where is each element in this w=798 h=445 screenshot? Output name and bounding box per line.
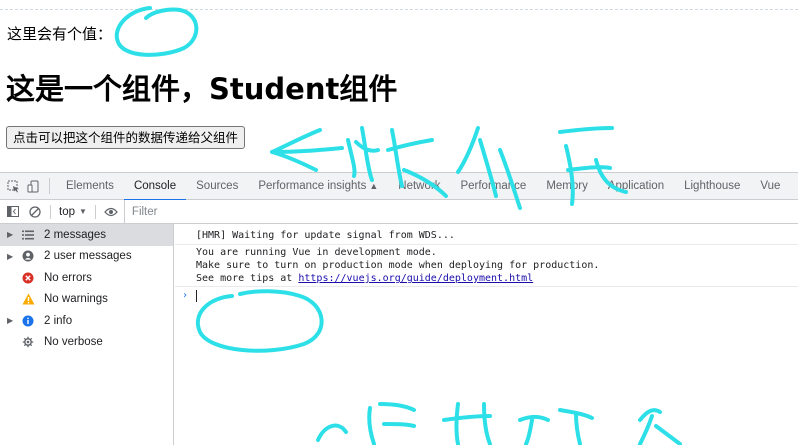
tab-performance-insights[interactable]: Performance insights ▲ (248, 173, 388, 200)
experimental-triangle-icon: ▲ (369, 180, 379, 191)
vue-more-tips-line: See more tips at https://vuejs.org/guide… (196, 272, 533, 285)
filter-input[interactable]: Filter (123, 199, 774, 224)
warning-icon (21, 292, 35, 306)
inspect-element-icon[interactable] (3, 173, 23, 200)
tab-sources[interactable]: Sources (186, 173, 248, 200)
sidebar-item-errors[interactable]: No errors (0, 267, 173, 289)
component-title: 这是一个组件，Student组件 (6, 72, 398, 106)
tab-performance[interactable]: Performance (450, 173, 536, 200)
context-label: top (59, 205, 75, 218)
app-page: 这里会有个值： 这是一个组件，Student组件 点击可以把这个组件的数据传递给… (0, 0, 798, 172)
devtools-tabbar: Elements Console Sources Performance ins… (0, 173, 798, 201)
tab-elements[interactable]: Elements (56, 173, 124, 200)
tab-memory[interactable]: Memory (536, 173, 598, 200)
console-sidebar: ▶ 2 messages ▶ 2 user messages No errors… (0, 224, 174, 445)
expand-arrow-icon: ▶ (7, 251, 14, 261)
page-top-divider (0, 9, 798, 10)
sidebar-item-user-messages[interactable]: ▶ 2 user messages (0, 246, 173, 268)
caret-down-icon: ▼ (79, 207, 87, 216)
expand-arrow-icon: ▶ (7, 230, 14, 240)
sidebar-item-verbose[interactable]: No verbose (0, 332, 173, 354)
console-input-cursor[interactable] (196, 290, 197, 302)
context-selector[interactable]: top ▼ (55, 206, 91, 218)
hmr-log-message: [HMR] Waiting for update signal from WDS… (196, 230, 455, 241)
tab-lighthouse[interactable]: Lighthouse (674, 173, 750, 200)
vue-production-tip-line: Make sure to turn on production mode whe… (196, 260, 600, 271)
toolbar-divider (94, 204, 96, 219)
sidebar-item-label: 2 user messages (44, 250, 132, 263)
console-toolbar: top ▼ Filter (0, 199, 798, 224)
error-icon (21, 271, 35, 285)
sidebar-item-label: No verbose (44, 336, 103, 349)
tabbar-divider (49, 178, 50, 194)
device-toolbar-icon[interactable] (23, 173, 43, 200)
devtools-panel: Elements Console Sources Performance ins… (0, 172, 798, 445)
tab-network[interactable]: Network (388, 173, 450, 200)
vue-deployment-link[interactable]: https://vuejs.org/guide/deployment.html (298, 273, 533, 284)
sidebar-toggle-icon[interactable] (2, 200, 24, 224)
tab-performance-insights-label: Performance insights (258, 179, 367, 192)
value-label: 这里会有个值： (7, 25, 113, 43)
clear-console-icon[interactable] (24, 200, 46, 224)
info-icon (21, 314, 35, 328)
tab-vue[interactable]: Vue (750, 173, 790, 200)
console-prompt-icon: › (182, 290, 189, 301)
tab-application[interactable]: Application (598, 173, 674, 200)
sidebar-item-messages[interactable]: ▶ 2 messages (0, 224, 173, 246)
vue-dev-mode-line: You are running Vue in development mode. (196, 247, 437, 258)
sidebar-item-label: No warnings (44, 293, 108, 306)
send-to-parent-button[interactable]: 点击可以把这个组件的数据传递给父组件 (6, 126, 246, 149)
more-tips-prefix: See more tips at (196, 273, 299, 284)
sidebar-item-warnings[interactable]: No warnings (0, 289, 173, 311)
console-output: [HMR] Waiting for update signal from WDS… (175, 224, 798, 445)
toolbar-divider (50, 204, 51, 219)
sidebar-item-info[interactable]: ▶ 2 info (0, 310, 173, 332)
tab-console[interactable]: Console (123, 173, 187, 201)
eye-icon[interactable] (100, 200, 122, 224)
sidebar-item-label: No errors (44, 271, 92, 284)
message-divider (175, 286, 798, 287)
sidebar-item-label: 2 messages (44, 228, 107, 241)
list-icon (21, 228, 35, 242)
expand-arrow-icon: ▶ (7, 316, 14, 326)
sidebar-item-label: 2 info (44, 314, 73, 327)
message-divider (175, 244, 798, 245)
bug-icon (21, 335, 35, 349)
user-icon (21, 249, 35, 263)
